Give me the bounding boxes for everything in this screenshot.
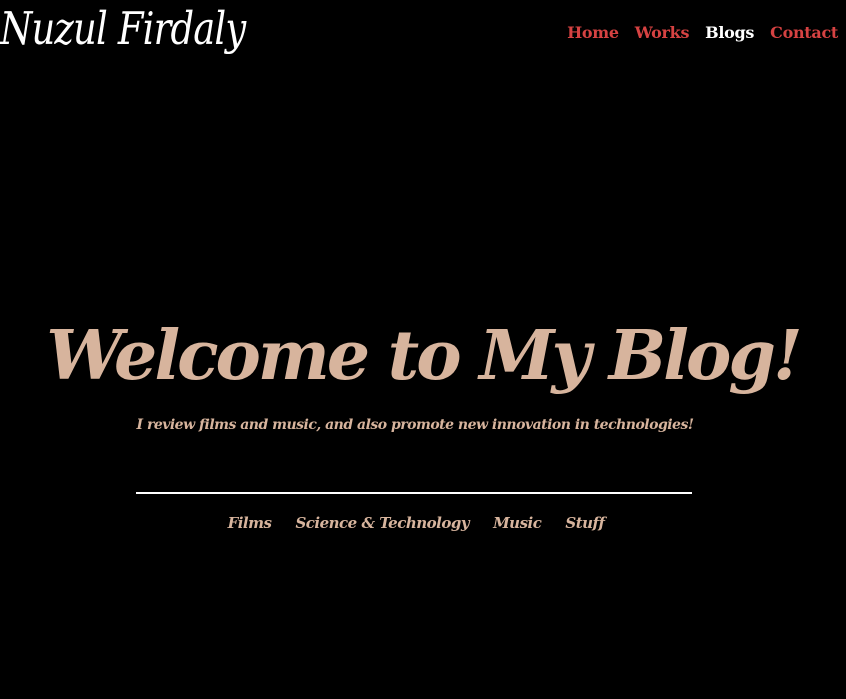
nav-link-blogs[interactable]: Blogs <box>705 22 754 44</box>
main-nav: Home Works Blogs Contact <box>567 22 838 44</box>
divider <box>136 492 692 494</box>
hero-title: Welcome to My Blog! <box>46 316 803 396</box>
category-link-stuff[interactable]: Stuff <box>565 512 605 534</box>
nav-link-contact[interactable]: Contact <box>770 22 838 44</box>
category-nav: Films Science & Technology Music Stuff <box>0 512 832 534</box>
category-link-science-technology[interactable]: Science & Technology <box>295 512 469 534</box>
hero-subtitle: I review films and music, and also promo… <box>136 417 694 433</box>
nav-link-works[interactable]: Works <box>635 22 690 44</box>
nav-link-home[interactable]: Home <box>567 22 619 44</box>
category-link-music[interactable]: Music <box>493 512 542 534</box>
site-logo[interactable]: Nuzul Firdaly <box>0 2 246 56</box>
category-link-films[interactable]: Films <box>228 512 272 534</box>
